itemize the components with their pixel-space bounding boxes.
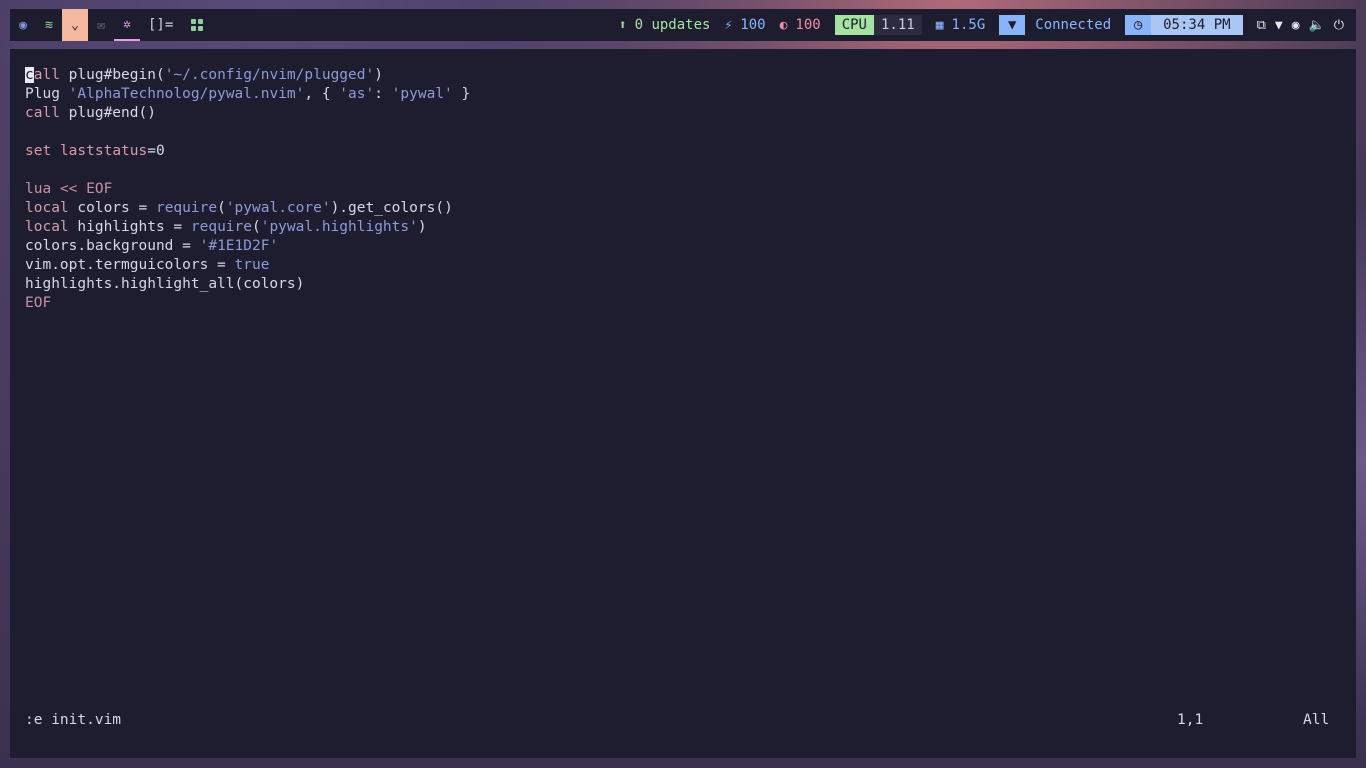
workspace-mail[interactable]: ✉ [88,9,114,41]
layout-indicator[interactable]: []= [148,17,173,33]
code-token: 'as' [339,86,375,102]
workspace-list: ◉ ≋ ⌄ ✉ ✲ []= [10,9,204,41]
code-token: ( [217,200,226,216]
plug-icon: ⚡ [724,17,733,33]
code-line[interactable]: local colors = require('pywal.core').get… [25,199,470,218]
code-token: colors.background = [25,238,200,254]
code-token: require [190,219,252,235]
code-line[interactable]: EOF [25,294,470,313]
editor-buffer[interactable]: call plug#begin('~/.config/nvim/plugged'… [25,66,470,313]
code-line[interactable] [25,123,470,142]
code-token: set [25,143,52,159]
top-bar: ◉ ≋ ⌄ ✉ ✲ []= ⬆ 0 updates ⚡ 100 ◐ 100 CP… [10,9,1356,41]
code-token: EOF [25,295,52,311]
system-tray: ⧉ ▼ ◉ 🔈 ⏻ [1257,18,1344,33]
workspace-settings[interactable]: ✲ [114,9,140,41]
brightness-module[interactable]: ⚡ 100 [724,9,765,41]
code-token: vim.opt.termguicolors = [25,257,235,273]
network-module[interactable]: ▼ Connected [999,9,1111,41]
text-cursor: c [25,67,34,83]
firefox-icon: ◉ [19,17,27,33]
code-line[interactable] [25,161,470,180]
code-token: local [25,200,69,216]
clock-icon: ◷ [1125,15,1152,35]
contrast-icon: ◐ [779,17,788,33]
code-line[interactable]: Plug 'AlphaTechnolog/pywal.nvim', { 'as'… [25,85,470,104]
code-token: lua << EOF [25,181,113,197]
code-token: 'pywal' [391,86,453,102]
clock-time: 05:34 PM [1151,15,1243,35]
record-tray-icon[interactable]: ◉ [1292,18,1300,33]
code-token: local [25,219,69,235]
code-token: require [155,200,218,216]
cpu-value: 1.11 [874,15,922,35]
volume-value: 100 [795,17,821,33]
screenshot-tray-icon[interactable]: ⧉ [1257,18,1266,33]
code-token: 'pywal.highlights' [260,219,418,235]
wifi-tray-icon[interactable]: ▼ [1275,18,1283,33]
workspace-pocket[interactable]: ⌄ [62,9,88,41]
spotify-icon: ≋ [45,17,53,33]
code-line[interactable]: colors.background = '#1E1D2F' [25,237,470,256]
code-token: all [33,67,60,83]
code-token: 'AlphaTechnolog/pywal.nvim' [68,86,305,102]
code-line[interactable]: lua << EOF [25,180,470,199]
code-token: call [25,105,60,121]
code-line[interactable]: vim.opt.termguicolors = true [25,256,470,275]
code-line[interactable]: call plug#begin('~/.config/nvim/plugged'… [25,66,470,85]
brightness-value: 100 [740,17,766,33]
cpu-module[interactable]: CPU 1.11 [834,9,922,41]
code-token: , { [304,86,340,102]
apps-grid-icon[interactable] [191,19,204,31]
volume-module[interactable]: ◐ 100 [780,9,821,41]
cpu-label: CPU [834,15,874,35]
code-token: =0 [147,143,165,159]
pocket-icon: ⌄ [71,17,79,33]
code-token: highlights.highlight_all(colors) [25,276,305,292]
status-modules: ⬆ 0 updates ⚡ 100 ◐ 100 CPU 1.11 ▦ 1.5G … [619,9,1356,41]
command-line[interactable]: :e init.vim [25,712,121,728]
updates-module[interactable]: ⬆ 0 updates [619,9,711,41]
memory-module[interactable]: ▦ 1.5G [936,9,986,41]
memory-chip-icon: ▦ [935,17,944,33]
arrow-up-circle-icon: ⬆ [618,17,627,33]
terminal-window[interactable]: call plug#begin('~/.config/nvim/plugged'… [10,49,1356,758]
cursor-position: 1,1 [1177,712,1204,728]
memory-value: 1.5G [951,17,986,33]
code-token: ) [374,67,383,83]
clock-module[interactable]: ◷ 05:34 PM [1125,9,1243,41]
power-tray-icon[interactable]: ⏻ [1334,18,1344,33]
code-token: Plug [25,86,69,102]
code-line[interactable]: call plug#end() [25,104,470,123]
code-token: true [234,257,270,273]
mail-icon: ✉ [97,17,105,33]
code-line[interactable]: local highlights = require('pywal.highli… [25,218,470,237]
workspace-spotify[interactable]: ≋ [36,9,62,41]
code-token: 'pywal.core' [225,200,331,216]
code-token: ( [251,219,261,235]
updates-text: 0 updates [634,17,711,33]
code-line[interactable]: highlights.highlight_all(colors) [25,275,470,294]
wifi-icon: ▼ [999,15,1026,35]
code-token: } [452,86,471,102]
code-token: plug#end() [59,105,156,121]
code-token: '~/.config/nvim/plugged' [164,67,375,83]
code-token: highlights = [68,219,191,235]
code-token: : [374,86,392,102]
code-token: plug#begin( [59,67,165,83]
code-token: ).get_colors() [330,200,453,216]
code-line[interactable]: set laststatus=0 [25,142,470,161]
workspace-firefox[interactable]: ◉ [10,9,36,41]
settings-icon: ✲ [123,16,131,32]
code-token: ) [417,219,427,235]
code-token: colors = [68,200,156,216]
volume-tray-icon[interactable]: 🔈 [1309,18,1325,33]
code-token: laststatus [59,143,148,159]
network-status: Connected [1035,17,1112,33]
code-token: '#1E1D2F' [199,238,279,254]
scroll-percent: All [1303,712,1330,728]
